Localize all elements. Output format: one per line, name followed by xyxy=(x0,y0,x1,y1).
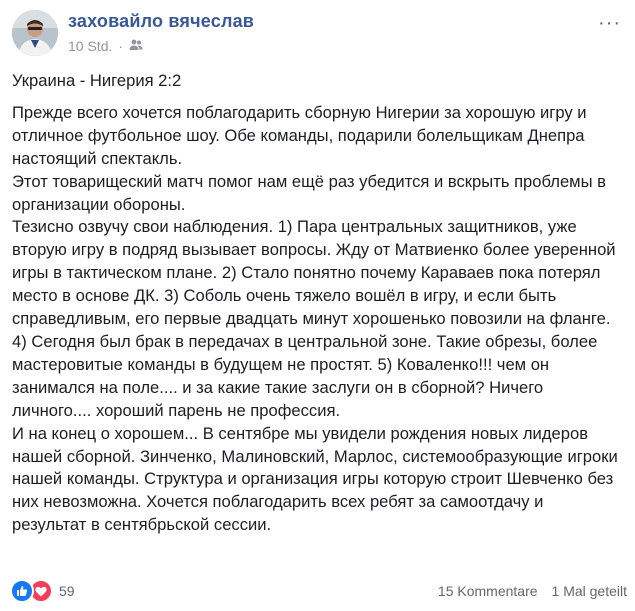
shares-count-link[interactable]: 1 Mal geteilt xyxy=(552,583,627,599)
friends-icon[interactable] xyxy=(129,38,143,54)
post-body: Украина - Нигерия 2:2 Прежде всего хочет… xyxy=(12,70,618,537)
reactions-summary[interactable]: 59 xyxy=(10,579,75,603)
facebook-post: заховайло вячеслав 10 Std. · ··· Украина… xyxy=(0,0,635,611)
reaction-count: 59 xyxy=(59,583,75,599)
author-name[interactable]: заховайло вячеслав xyxy=(68,11,254,32)
post-title: Украина - Нигерия 2:2 xyxy=(12,71,182,90)
meta-separator: · xyxy=(118,38,124,54)
like-icon xyxy=(10,579,34,603)
more-options-button[interactable]: ··· xyxy=(598,12,621,35)
comments-count-link[interactable]: 15 Kommentare xyxy=(438,583,538,599)
profile-photo xyxy=(12,10,58,56)
post-footer: 59 15 Kommentare 1 Mal geteilt xyxy=(10,578,627,604)
post-time[interactable]: 10 Std. xyxy=(68,38,112,54)
avatar[interactable] xyxy=(12,10,58,56)
post-meta: 10 Std. · xyxy=(68,38,143,54)
post-text: Прежде всего хочется поблагодарить сборн… xyxy=(12,102,618,535)
